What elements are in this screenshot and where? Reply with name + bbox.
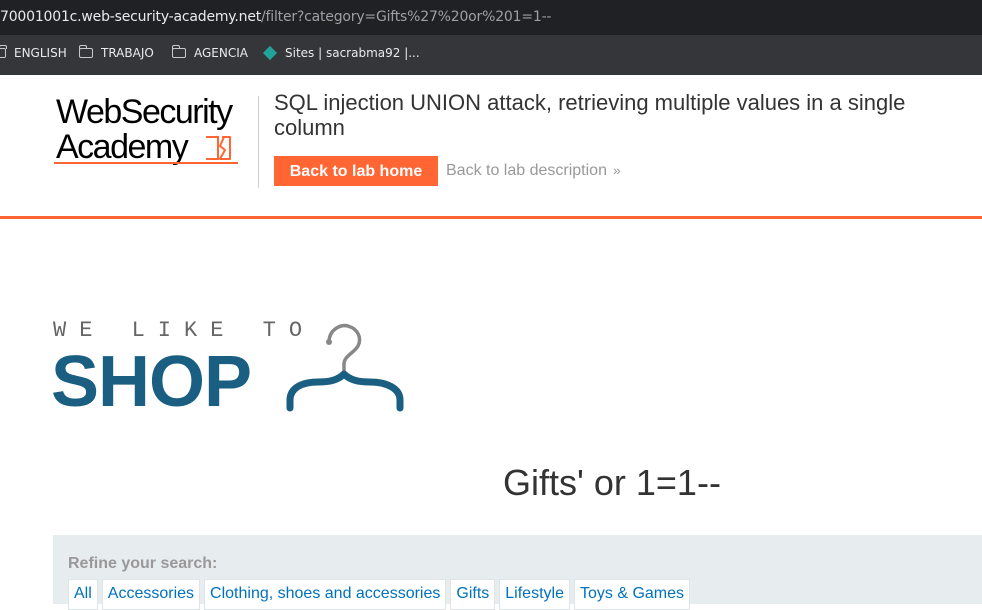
back-to-lab-description-label: Back to lab description — [446, 162, 607, 179]
back-to-lab-description-link[interactable]: Back to lab description » — [446, 162, 621, 180]
filter-panel: Refine your search: All Accessories Clot… — [53, 535, 982, 610]
url-text[interactable]: 70001001c.web-security-academy.net/filte… — [0, 9, 551, 25]
lab-title: SQL injection UNION attack, retrieving m… — [274, 90, 906, 140]
folder-icon — [171, 45, 186, 58]
bookmark-trabajo[interactable]: TRABAJO — [78, 45, 154, 60]
header-divider — [258, 96, 259, 188]
shop-tagline: WE LIKE TO — [53, 318, 316, 343]
category-link-all[interactable]: All — [68, 579, 98, 610]
browser-address-bar[interactable]: 70001001c.web-security-academy.net/filte… — [0, 0, 982, 35]
logo-underline — [54, 162, 238, 164]
double-chevron-right-icon: » — [612, 162, 621, 178]
web-security-academy-logo[interactable]: WebSecurity Academy — [54, 94, 254, 168]
bookmarks-bar: ENGLISH TRABAJO AGENCIA Sites | sacrabma… — [0, 35, 982, 75]
bookmark-agencia[interactable]: AGENCIA — [171, 45, 248, 60]
folder-icon — [78, 45, 93, 58]
category-link-accessories[interactable]: Accessories — [101, 579, 201, 610]
refine-search-label: Refine your search: — [68, 555, 218, 572]
category-link-toys-games[interactable]: Toys & Games — [573, 579, 691, 610]
url-path: /filter?category=Gifts%27%20or%201=1-- — [261, 9, 552, 25]
category-heading: Gifts' or 1=1-- — [503, 462, 721, 503]
folder-icon — [0, 45, 7, 58]
category-link-gifts[interactable]: Gifts — [450, 579, 496, 610]
url-host: 70001001c.web-security-academy.net — [0, 9, 262, 25]
sites-diamond-icon — [262, 45, 278, 61]
bookmark-label: AGENCIA — [194, 46, 248, 60]
bookmark-label: ENGLISH — [14, 46, 67, 60]
bookmark-label: Sites | sacrabma92 |... — [285, 46, 420, 60]
bookmark-english[interactable]: ENGLISH — [0, 45, 67, 60]
back-to-lab-home-button[interactable]: Back to lab home — [274, 156, 438, 186]
hanger-icon — [286, 323, 404, 412]
bookmark-sites[interactable]: Sites | sacrabma92 |... — [262, 45, 420, 61]
category-filter-list: All Accessories Clothing, shoes and acce… — [68, 579, 694, 610]
shop-brand: SHOP — [51, 342, 252, 422]
logo-line1: WebSecurity — [56, 93, 233, 131]
bookmark-label: TRABAJO — [101, 46, 154, 60]
logo-line2: Academy — [56, 128, 189, 166]
academy-header-rule — [0, 216, 982, 219]
lightning-bolt-icon — [206, 136, 231, 160]
category-link-lifestyle[interactable]: Lifestyle — [499, 579, 570, 610]
category-link-clothing[interactable]: Clothing, shoes and accessories — [204, 579, 447, 610]
